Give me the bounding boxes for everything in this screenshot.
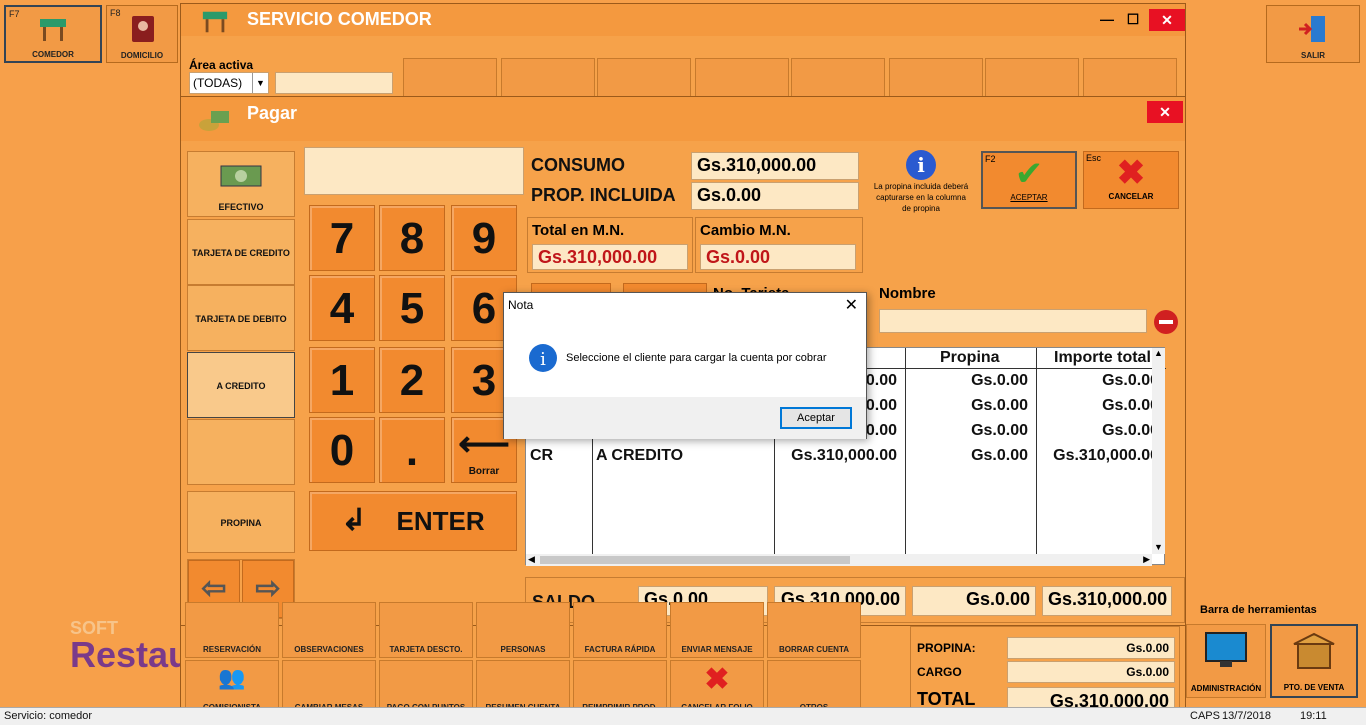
minimize-button[interactable]: — <box>1095 9 1119 29</box>
window-title: SERVICIO COMEDOR <box>247 9 432 29</box>
status-date: 13/7/2018 <box>1222 710 1271 722</box>
area-label: Área activa <box>189 58 254 72</box>
dialog-title: Nota <box>508 298 534 312</box>
svg-text:i: i <box>917 153 925 177</box>
close-pagar-button[interactable]: ✕ <box>1147 101 1183 123</box>
monitor-icon <box>1205 632 1247 667</box>
tarjeta-descto-button[interactable]: TARJETA DESCTO. <box>379 602 473 658</box>
enviar-mensaje-button[interactable]: ENVIAR MENSAJE <box>670 602 764 658</box>
pagar-titlebar: Pagar ✕ <box>181 97 1185 141</box>
people-icon: 👥 <box>218 665 246 690</box>
propina-header: Propina <box>940 349 1000 366</box>
area-search-input[interactable] <box>275 72 393 94</box>
cancel-x-icon: ✖ <box>704 663 730 696</box>
salir-button[interactable]: SALIR <box>1266 5 1360 63</box>
scroll-thumb[interactable] <box>540 556 850 564</box>
status-time: 19:11 <box>1300 710 1327 722</box>
chevron-down-icon: ▼ <box>252 73 268 93</box>
aceptar-dialog-button[interactable]: Aceptar <box>780 407 852 429</box>
remove-icon[interactable] <box>1153 309 1179 335</box>
consumo-label: CONSUMO <box>531 155 625 175</box>
cancelar-button[interactable]: Esc ✖ CANCELAR <box>1083 151 1179 209</box>
maximize-button[interactable]: ☐ <box>1121 9 1145 29</box>
money-icon <box>199 111 229 131</box>
propina-total-value: Gs.0.00 <box>1007 637 1175 659</box>
svg-text:i: i <box>540 349 546 370</box>
exit-door-icon <box>1299 16 1325 42</box>
key-5[interactable]: 5 <box>379 275 445 341</box>
key-0[interactable]: 0 <box>309 417 375 483</box>
cargo-total-value: Gs.0.00 <box>1007 661 1175 683</box>
borrar-cuenta-button[interactable]: BORRAR CUENTA <box>767 602 861 658</box>
tarjeta-debito-button[interactable]: TARJETA DE DEBITO <box>187 285 295 351</box>
saldo-importe-total: Gs.310,000.00 <box>1042 586 1172 616</box>
importe-header: Importe total <box>1054 349 1151 366</box>
table-icon <box>40 19 66 41</box>
enter-button[interactable]: ↲ ENTER <box>309 491 517 551</box>
propina-info-text: La propina incluida deberá capturarse en… <box>873 182 969 213</box>
pagar-title: Pagar <box>247 103 298 123</box>
toolbar-label: Barra de herramientas <box>1200 604 1317 616</box>
observaciones-button[interactable]: OBSERVACIONES <box>282 602 376 658</box>
horizontal-scrollbar[interactable]: ◀ ▶ <box>526 554 1152 566</box>
consumo-value: Gs.310,000.00 <box>691 152 859 180</box>
shop-icon <box>1293 632 1335 669</box>
aceptar-button[interactable]: F2 ✔ ACEPTAR <box>981 151 1077 209</box>
nombre-label: Nombre <box>879 285 936 302</box>
table-icon <box>202 11 228 33</box>
key-7[interactable]: 7 <box>309 205 375 271</box>
domicilio-button[interactable]: F8 DOMICILIO <box>106 5 178 63</box>
info-icon: i <box>906 150 936 180</box>
a-credito-button[interactable]: A CREDITO <box>187 352 295 418</box>
prop-incluida-label: PROP. INCLUIDA <box>531 185 676 205</box>
info-icon: i <box>529 344 557 372</box>
checkmark-icon: ✔ <box>1014 155 1044 193</box>
window-titlebar: SERVICIO COMEDOR — ☐ ✕ <box>181 4 1185 36</box>
prop-incluida-value: Gs.0.00 <box>691 182 859 210</box>
saldo-propina-total: Gs.0.00 <box>912 586 1036 616</box>
personas-button[interactable]: PERSONAS <box>476 602 570 658</box>
factura-rapida-button[interactable]: FACTURA RÁPIDA <box>573 602 667 658</box>
cambio-mn-value: Gs.0.00 <box>700 244 856 270</box>
vertical-scrollbar[interactable]: ▲ ▼ <box>1152 348 1165 554</box>
scroll-down-icon: ▼ <box>1154 542 1163 552</box>
efectivo-button[interactable]: EFECTIVO <box>187 151 295 217</box>
reservacion-button[interactable]: RESERVACIÓN <box>185 602 279 658</box>
status-caps: CAPS <box>1190 710 1220 722</box>
key-dot[interactable]: . <box>379 417 445 483</box>
scroll-right-icon: ▶ <box>1143 554 1150 564</box>
nota-dialog: Nota ✕ i Seleccione el cliente para carg… <box>503 292 867 439</box>
cash-icon <box>220 165 262 187</box>
area-select[interactable]: (TODAS) ▼ <box>189 72 269 94</box>
scroll-up-icon: ▲ <box>1154 348 1163 358</box>
totals-panel: PROPINA: Gs.0.00 CARGO Gs.0.00 TOTAL Gs.… <box>910 626 1180 718</box>
total-mn-box: Total en M.N. Gs.310,000.00 <box>527 217 693 273</box>
key-4[interactable]: 4 <box>309 275 375 341</box>
empty-method-slot <box>187 419 295 485</box>
comedor-button[interactable]: F7 COMEDOR <box>4 5 102 63</box>
status-bar: Servicio: comedor CAPS 13/7/2018 19:11 <box>0 707 1366 725</box>
logo-restau: Restau <box>70 634 180 675</box>
dialog-close-button[interactable]: ✕ <box>845 295 858 315</box>
propina-button[interactable]: PROPINA <box>187 491 295 553</box>
address-book-icon <box>132 16 154 42</box>
key-9[interactable]: 9 <box>451 205 517 271</box>
key-1[interactable]: 1 <box>309 347 375 413</box>
total-mn-value: Gs.310,000.00 <box>532 244 688 270</box>
cambio-mn-box: Cambio M.N. Gs.0.00 <box>695 217 863 273</box>
pto-venta-button[interactable]: PTO. DE VENTA <box>1270 624 1358 698</box>
amount-input[interactable] <box>304 147 524 195</box>
status-service: Servicio: comedor <box>4 710 93 722</box>
enter-arrow-icon: ↲ <box>341 504 367 537</box>
dialog-message: Seleccione el cliente para cargar la cue… <box>566 352 827 364</box>
administracion-button[interactable]: ADMINISTRACIÓN <box>1186 624 1266 698</box>
close-window-button[interactable]: ✕ <box>1149 9 1185 31</box>
key-8[interactable]: 8 <box>379 205 445 271</box>
scroll-left-icon: ◀ <box>528 554 535 564</box>
tarjeta-credito-button[interactable]: TARJETA DE CREDITO <box>187 219 295 285</box>
key-2[interactable]: 2 <box>379 347 445 413</box>
nombre-input[interactable] <box>879 309 1147 333</box>
